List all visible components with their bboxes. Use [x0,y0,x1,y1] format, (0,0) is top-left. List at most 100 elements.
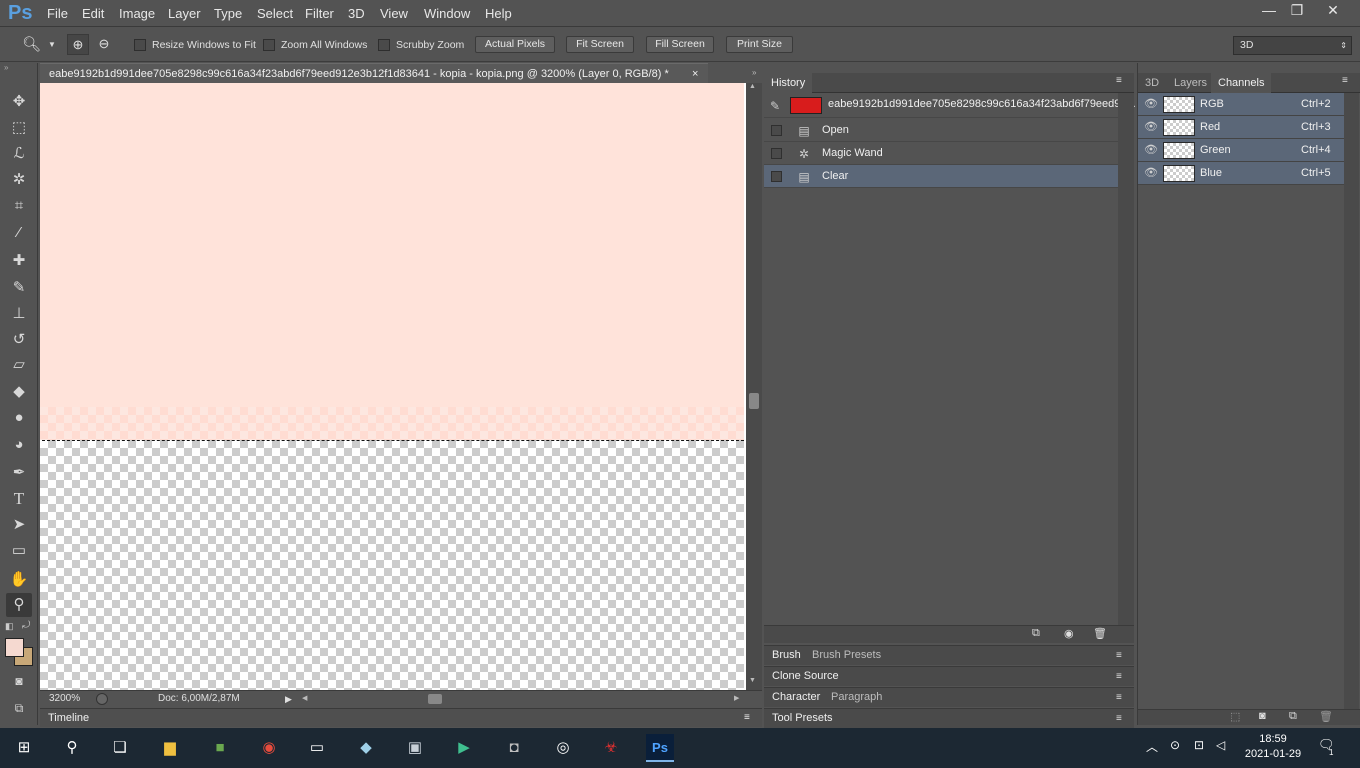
type-tool-icon[interactable]: T [6,487,32,511]
history-item-selected[interactable]: ▤ Clear [764,165,1118,188]
trash-icon[interactable]: 🗑︎ [1319,710,1333,723]
history-snapshot[interactable]: ✎ eabe9192b1d991dee705e8298c99c616a34f23… [764,93,1136,118]
scrubby-zoom-checkbox[interactable] [378,39,390,51]
menu-file[interactable]: File [47,0,68,27]
collapse-arrows-icon[interactable]: » [4,63,8,72]
zoom-level[interactable]: 3200% [49,691,80,707]
pen-tool-icon[interactable]: ✒ [6,461,32,485]
panel-menu-icon[interactable]: ≡ [744,709,750,727]
task-view-icon[interactable]: ❏ [106,734,134,762]
chevron-down-icon[interactable]: ▼ [48,40,56,49]
actual-pixels-button[interactable]: Actual Pixels [475,36,555,53]
document-tab[interactable]: eabe9192b1d991dee705e8298c99c616a34f23ab… [40,63,708,83]
menu-layer[interactable]: Layer [168,0,201,27]
menu-window[interactable]: Window [424,0,470,27]
eraser-tool-icon[interactable]: ▱ [6,353,32,377]
new-document-from-state-icon[interactable]: ⧉ [1032,627,1040,640]
tab-channels[interactable]: Channels [1211,73,1272,93]
save-selection-icon[interactable]: ◙ [1259,710,1266,722]
channels-scrollbar[interactable] [1344,93,1359,709]
screen-mode-icon[interactable]: ⧉ [6,696,32,720]
history-item[interactable]: ▤ Open [764,119,1118,142]
tab-brush[interactable]: Brush [772,646,801,665]
move-tool-icon[interactable]: ✥ [6,90,32,114]
path-selection-tool-icon[interactable]: ➤ [6,513,32,537]
quick-mask-icon[interactable]: ◙ [6,669,32,693]
tab-3d[interactable]: 3D [1138,73,1166,93]
scroll-down-icon[interactable]: ▼ [749,677,756,684]
obs-icon[interactable]: ◎ [549,734,577,762]
channel-row-red[interactable]: 👁︎ Red Ctrl+3 [1138,116,1344,139]
canvas[interactable] [40,83,746,690]
lasso-tool-icon[interactable]: ℒ [6,142,32,166]
clock[interactable]: 18:59 2021-01-29 [1243,732,1303,762]
game-controller-icon[interactable]: ◘ [500,734,528,762]
menu-edit[interactable]: Edit [82,0,104,27]
tab-character[interactable]: Character [772,688,820,707]
history-source-checkbox[interactable] [771,171,782,182]
healing-brush-tool-icon[interactable]: ✚ [6,249,32,273]
history-source-checkbox[interactable] [771,148,782,159]
close-document-icon[interactable]: × [692,64,698,84]
tab-clone-source[interactable]: Clone Source [772,667,839,686]
clone-source-panel[interactable]: Clone Source ≡ [764,666,1134,686]
crop-tool-icon[interactable]: ⌗ [6,194,32,218]
chrome-icon[interactable]: ◉ [255,734,283,762]
editor-app-icon[interactable]: ▶ [450,734,478,762]
biohazard-app-icon[interactable]: ☣ [597,734,625,762]
brush-tool-icon[interactable]: ✎ [6,276,32,300]
panel-menu-icon[interactable]: ≡ [1342,75,1348,86]
volume-icon[interactable]: ◁ [1216,738,1225,752]
status-icon[interactable] [96,693,108,705]
eye-icon[interactable]: 👁︎ [1143,162,1159,184]
minecraft-icon[interactable]: ■ [206,734,234,762]
horizontal-scroll-thumb[interactable] [428,694,442,704]
channel-row-blue[interactable]: 👁︎ Blue Ctrl+5 [1138,162,1344,185]
snapshot-brush-icon[interactable]: ✎ [770,95,780,117]
channel-row-rgb[interactable]: 👁︎ RGB Ctrl+2 [1138,93,1344,116]
character-panel[interactable]: Character Paragraph ≡ [764,687,1134,707]
rectangle-tool-icon[interactable]: ▭ [6,539,32,563]
eye-icon[interactable]: 👁︎ [1143,93,1159,115]
tab-layers[interactable]: Layers [1167,73,1214,93]
panel-menu-icon[interactable]: ≡ [1116,75,1122,86]
eye-icon[interactable]: 👁︎ [1143,139,1159,161]
magic-wand-tool-icon[interactable]: ✲ [6,168,32,192]
swap-colors-icon[interactable]: ⤾ [22,620,30,631]
tab-history[interactable]: History [764,73,813,93]
close-window-button[interactable]: ✕ [1318,0,1348,20]
tab-brush-presets[interactable]: Brush Presets [812,646,881,665]
notes-app-icon[interactable]: ◆ [352,734,380,762]
photoshop-taskbar-icon[interactable]: Ps [646,734,674,762]
zoom-tool-preset-icon[interactable]: 🔍︎ [22,35,41,53]
panel-menu-icon[interactable]: ≡ [1116,709,1122,728]
image-viewer-icon[interactable]: ▣ [401,734,429,762]
workspace-select[interactable]: 3D ⇕ [1233,36,1352,55]
scroll-left-icon[interactable]: ◀ [302,691,307,707]
windows-start-icon[interactable]: ⊞ [10,734,38,762]
panel-menu-icon[interactable]: ≡ [1116,667,1122,686]
meet-now-icon[interactable]: ⊙ [1170,738,1180,752]
marquee-tool-icon[interactable]: ⬚ [6,116,32,140]
resize-windows-checkbox[interactable] [134,39,146,51]
zoom-all-checkbox[interactable] [263,39,275,51]
foreground-color-swatch[interactable] [5,638,24,657]
minimize-button[interactable]: — [1254,0,1284,20]
search-icon[interactable]: ⚲ [58,734,86,762]
fill-screen-button[interactable]: Fill Screen [646,36,714,53]
zoom-out-icon[interactable]: ⊖ [94,34,114,55]
menu-type[interactable]: Type [214,0,242,27]
chevron-up-icon[interactable]: ︿ [1146,738,1158,755]
clone-stamp-tool-icon[interactable]: ⊥ [6,302,32,326]
timeline-panel[interactable]: Timeline ≡ [40,708,762,727]
trash-icon[interactable]: 🗑︎ [1093,627,1107,640]
menu-help[interactable]: Help [485,0,512,27]
menu-view[interactable]: View [380,0,408,27]
eye-icon[interactable]: 👁︎ [1143,116,1159,138]
eyedropper-tool-icon[interactable]: ⁄ [6,221,32,245]
network-icon[interactable]: ⊡ [1194,738,1204,752]
hand-tool-icon[interactable]: ✋ [6,568,32,592]
menu-image[interactable]: Image [119,0,155,27]
default-colors-icon[interactable]: ◧ [5,621,14,632]
tab-tool-presets[interactable]: Tool Presets [772,709,833,728]
